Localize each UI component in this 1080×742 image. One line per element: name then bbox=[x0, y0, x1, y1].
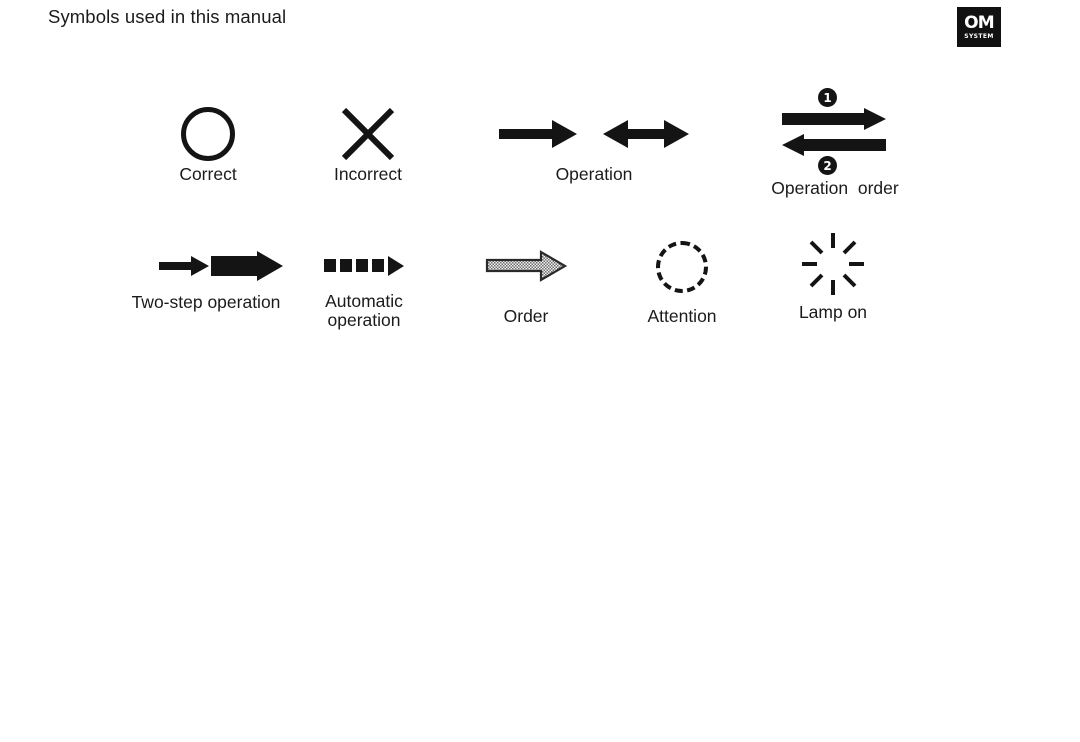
x-cross-icon bbox=[315, 104, 421, 164]
legend-label-operation-order: Operation order bbox=[771, 178, 899, 198]
numbered-opposing-arrows-icon: 1 2 bbox=[740, 88, 930, 175]
legend-label-order: Order bbox=[503, 306, 549, 326]
order-badge-2: 2 bbox=[818, 156, 837, 175]
om-system-logo: OM SYSTEM bbox=[957, 7, 1001, 47]
logo-secondary-text: SYSTEM bbox=[964, 32, 994, 40]
legend-label-lamp-on: Lamp on bbox=[798, 302, 868, 322]
arrow-right-and-double-arrow-icon bbox=[497, 104, 691, 164]
legend-item-correct: Correct bbox=[155, 104, 261, 185]
legend-item-lamp-on: Lamp on bbox=[780, 232, 886, 323]
dashed-square-arrow-icon bbox=[308, 248, 420, 284]
order-badge-1: 1 bbox=[818, 88, 837, 107]
legend-item-attention: Attention bbox=[628, 238, 736, 327]
legend-label-automatic: Automatic bbox=[325, 291, 403, 311]
legend-item-operation: Operation bbox=[497, 104, 691, 185]
double-headed-arrow-icon bbox=[603, 120, 689, 148]
legend-item-incorrect: Incorrect bbox=[315, 104, 421, 185]
legend-label-correct: Correct bbox=[179, 164, 237, 184]
legend-label-two-step-operation: Two-step operation bbox=[131, 292, 281, 312]
legend-label-incorrect: Incorrect bbox=[333, 164, 403, 184]
legend-item-operation-order: 1 2 Operation order bbox=[740, 88, 930, 199]
legend-item-two-step-operation: Two-step operation bbox=[118, 248, 294, 313]
hatched-outline-arrow-icon bbox=[470, 248, 582, 284]
legend-label-attention: Attention bbox=[647, 306, 717, 326]
thin-then-thick-arrow-icon bbox=[118, 248, 294, 284]
legend-item-order: Order bbox=[470, 248, 582, 327]
legend-item-automatic-operation: Automatic operation bbox=[308, 248, 420, 330]
legend-label-automatic-operation: operation bbox=[327, 310, 401, 330]
arrow-left-step-2-icon bbox=[782, 134, 886, 156]
arrow-right-step-1-icon bbox=[782, 108, 886, 130]
circle-outline-icon bbox=[155, 104, 261, 164]
starburst-lamp-icon bbox=[780, 232, 886, 296]
arrow-right-icon bbox=[499, 120, 577, 148]
dashed-circle-icon bbox=[628, 238, 736, 296]
page-title: Symbols used in this manual bbox=[48, 6, 287, 27]
legend-label-operation: Operation bbox=[555, 164, 633, 184]
logo-primary-text: OM bbox=[964, 12, 995, 33]
